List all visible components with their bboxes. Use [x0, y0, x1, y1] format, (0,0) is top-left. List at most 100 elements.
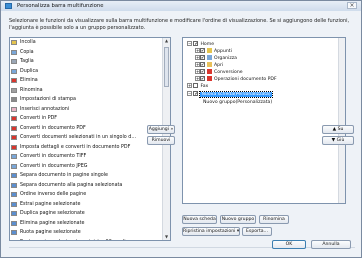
collapse-new-tab-icon[interactable]: − [187, 91, 192, 96]
tree-item[interactable]: + ✔ Apri [195, 62, 223, 69]
tree-item-checkbox[interactable]: ✔ [200, 69, 205, 74]
list-item-label: Duplica pagine selezionate [20, 211, 85, 216]
expand-icon[interactable]: + [195, 62, 200, 67]
list-item[interactable]: Imposta dettagli e converti in documento… [10, 143, 170, 153]
new-group-button[interactable]: Nuovo gruppo [220, 215, 256, 224]
pdf-settings-icon [11, 144, 17, 150]
title-bar: Personalizza barra multifunzione × [1, 1, 361, 11]
tree-item[interactable]: + ✔ Conversione [195, 69, 243, 76]
list-item[interactable]: Ordine inverso delle pagine [10, 190, 170, 200]
up-label: Su [337, 127, 344, 132]
collapse-home-icon[interactable]: − [187, 41, 192, 46]
rotate-left-icon [11, 239, 17, 240]
tree-new-tab[interactable]: Nuova scheda(Personalizzata) [199, 91, 273, 98]
group-icon [207, 76, 212, 81]
tree-fax[interactable]: Fax [200, 84, 208, 89]
list-item-label: Inserisci annotazioni [20, 106, 70, 112]
list-item[interactable]: Converti in PDF [10, 114, 170, 124]
duplicate-icon [11, 68, 17, 74]
list-item[interactable]: Separa documento in pagine singole [10, 171, 170, 181]
group-icon [207, 55, 212, 60]
remove-button[interactable]: Rimuovi [147, 136, 175, 145]
customize-ribbon-dialog: Personalizza barra multifunzione × Selez… [0, 0, 362, 258]
home-checkbox[interactable]: ✔ [193, 41, 199, 46]
cut-icon [11, 59, 17, 64]
print-settings-icon [11, 97, 17, 102]
list-item[interactable]: Elimina [10, 76, 170, 86]
expand-fax-icon[interactable]: + [187, 83, 192, 88]
tree-item-label: Organizza [214, 56, 237, 61]
list-item[interactable]: Taglia [10, 57, 170, 67]
expand-icon[interactable]: + [195, 76, 200, 81]
list-item[interactable]: Inserisci annotazioni [10, 105, 170, 115]
list-item[interactable]: Rinomina [10, 86, 170, 96]
list-item-label: Ruota pagine selezionate a sinistra 90 g… [20, 240, 126, 241]
group-icon [207, 69, 212, 74]
list-item[interactable]: Impostazioni di stampa [10, 95, 170, 105]
rotate-icon [11, 230, 17, 235]
tree-item-checkbox[interactable]: ✔ [200, 76, 205, 81]
tree-item[interactable]: + ✔ Organizza [195, 55, 237, 62]
new-tab-button[interactable]: Nuova scheda [182, 215, 217, 224]
tree-item-checkbox[interactable]: ✔ [200, 55, 205, 60]
annotation-icon [11, 106, 17, 112]
fax-checkbox[interactable] [193, 83, 199, 88]
move-down-button[interactable]: ▼ Giù [322, 136, 354, 145]
close-button[interactable]: × [347, 2, 357, 9]
rename-icon [11, 87, 17, 93]
export-button[interactable]: Esporta... [242, 227, 272, 236]
tree-item[interactable]: + ✔ Operazioni documento PDF [195, 76, 277, 83]
tree-item[interactable]: + ✔ Appunti [195, 48, 232, 55]
right-scrollbar[interactable] [338, 38, 345, 203]
list-item-label: Elimina pagine selezionate [20, 220, 85, 226]
move-up-button[interactable]: ▲ Su [322, 125, 354, 134]
list-item[interactable]: Converti documenti selezionati in un sin… [10, 133, 170, 143]
list-item[interactable]: Converti in documento JPEG [10, 162, 170, 172]
list-item-label: Ordine inverso delle pagine [20, 192, 87, 197]
split-icon [11, 173, 17, 178]
scroll-up-arrow-icon[interactable]: ▲ [164, 38, 169, 44]
scroll-thumb[interactable] [164, 47, 169, 87]
list-item[interactable]: Ruota pagine selezionate a sinistra 90 g… [10, 238, 170, 241]
tree-home[interactable]: Home [200, 42, 214, 47]
rename-button[interactable]: Rinomina [259, 215, 289, 224]
dialog-title: Personalizza barra multifunzione [17, 3, 104, 9]
expand-icon[interactable]: + [195, 69, 200, 74]
tree-new-group[interactable]: Nuovo gruppo(Personalizzata) [203, 100, 272, 105]
list-item-label: Incolla [20, 40, 36, 45]
tree-item-checkbox[interactable]: ✔ [200, 62, 205, 67]
dup-pages-icon [11, 211, 17, 216]
list-item-label: Ruota pagine selezionate [20, 230, 81, 235]
group-icon [207, 48, 212, 53]
list-item-label: Separa documento in pagine singole [20, 173, 108, 178]
tiff-icon [11, 154, 17, 159]
new-tab-checkbox[interactable]: ✔ [193, 91, 199, 96]
list-item[interactable]: Incolla [10, 38, 170, 48]
del-pages-icon [11, 220, 17, 226]
ribbon-tree[interactable]: − ✔ Home + ✔ Appunti + ✔ Organizza + ✔ Apri + ✔ Conv… [182, 37, 346, 204]
tree-item-label: Apri [214, 63, 224, 68]
list-item[interactable]: Converti in documento PDF [10, 124, 170, 134]
add-button[interactable]: Aggiungi » [147, 125, 175, 134]
list-item[interactable]: Ruota pagine selezionate [10, 228, 170, 238]
tree-item-checkbox[interactable]: ✔ [200, 48, 205, 53]
cancel-button[interactable]: Annulla [311, 240, 351, 249]
expand-icon[interactable]: + [195, 55, 200, 60]
list-item-label: Converti documenti selezionati in un sin… [20, 135, 137, 140]
description-text: Selezionare le funzioni da visualizzare … [9, 18, 350, 31]
list-item[interactable]: Elimina pagine selezionate [10, 219, 170, 229]
list-item[interactable]: Duplica pagine selezionate [10, 209, 170, 219]
list-item-label: Converti in documento PDF [20, 125, 86, 131]
list-item[interactable]: Duplica [10, 67, 170, 77]
close-icon: × [349, 2, 355, 9]
list-item[interactable]: Estrai pagine selezionate [10, 200, 170, 210]
scroll-down-arrow-icon[interactable]: ▼ [164, 234, 169, 240]
list-item[interactable]: Separa documento alla pagina selezionata [10, 181, 170, 191]
list-item[interactable]: Copia [10, 48, 170, 58]
ok-button[interactable]: OK [272, 240, 306, 249]
list-item[interactable]: Converti in documento TIFF [10, 152, 170, 162]
reset-settings-button[interactable]: Ripristina impostazioni ▾ [182, 227, 240, 236]
expand-icon[interactable]: + [195, 48, 200, 53]
tree-item-label: Operazioni documento PDF [214, 77, 277, 82]
list-item-label: Converti in PDF [20, 116, 58, 121]
